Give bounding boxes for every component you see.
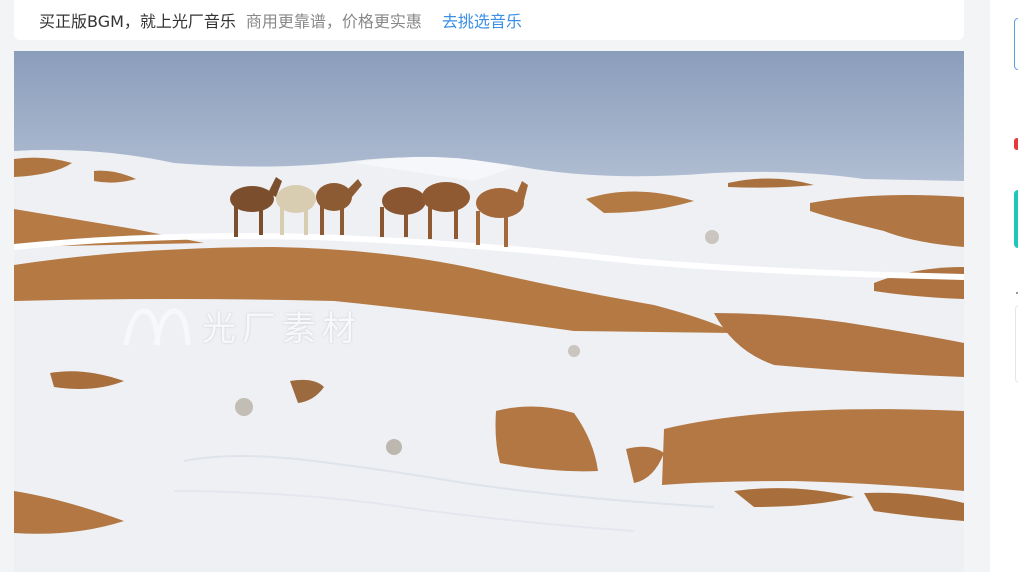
watermark-text: 光厂素材 [202,309,362,349]
hot-indicator-icon [1014,138,1018,150]
right-sidebar [990,0,1018,572]
watermark: 光厂素材 [122,301,362,350]
sidebar-button[interactable] [1014,18,1018,70]
promo-text: 买正版BGM，就上光厂音乐 [39,12,236,31]
sidebar-action-button[interactable] [1014,190,1018,248]
music-promo-banner: 买正版BGM，就上光厂音乐 商用更靠谱，价格更实惠 去挑选音乐 [14,0,964,40]
brand-logo-icon [123,307,191,345]
choose-music-link[interactable]: 去挑选音乐 [442,8,522,32]
snowy-desert-photo: 光厂素材 [14,51,964,572]
promo-subtext: 商用更靠谱，价格更实惠 [245,12,422,31]
